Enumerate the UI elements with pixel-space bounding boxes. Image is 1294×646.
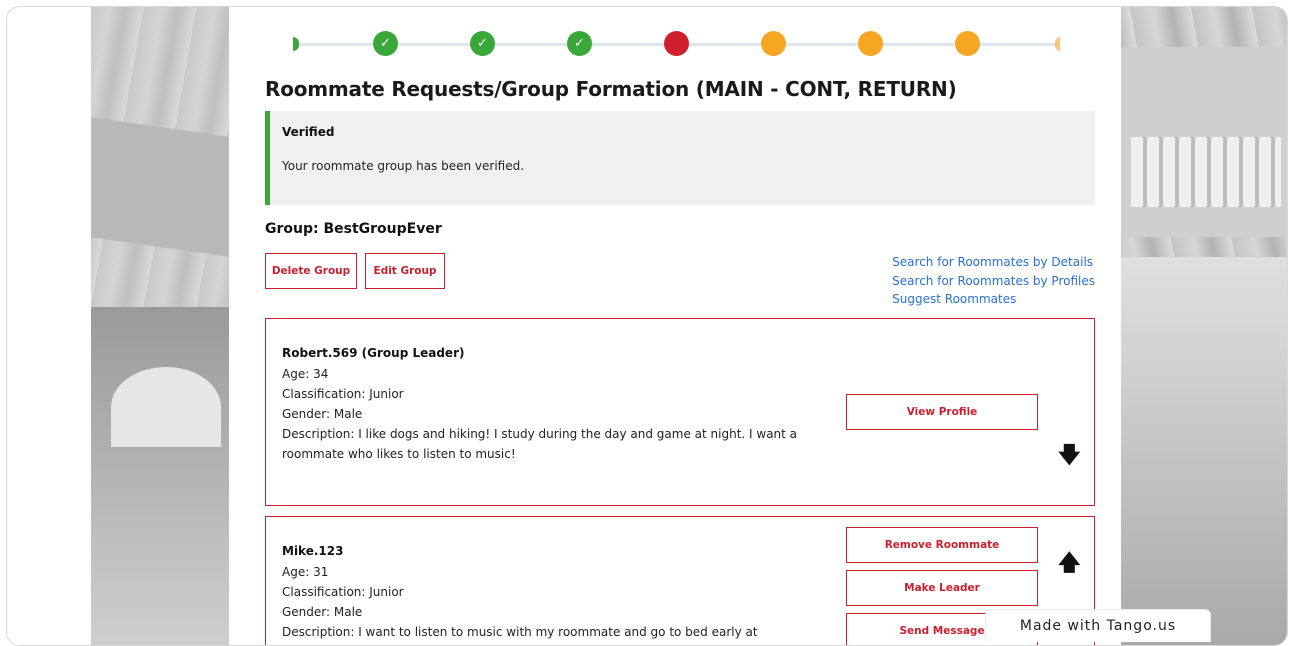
step-6[interactable] (858, 31, 883, 56)
step-3[interactable]: ✓ (567, 31, 592, 56)
check-icon: ✓ (380, 36, 391, 51)
arrow-down-icon[interactable]: 🡇 (1058, 445, 1081, 467)
member-classification: Classification: Junior (282, 585, 404, 599)
alert-message: Your roommate group has been verified. (282, 159, 525, 173)
browser-frame: ✓ ✓ ✓ Roommate Requests/Group Formation … (6, 6, 1288, 646)
member-description: Description: I like dogs and hiking! I s… (282, 427, 798, 461)
step-2[interactable]: ✓ (470, 31, 495, 56)
member-name: Robert.569 (Group Leader) (282, 346, 465, 360)
search-links: Search for Roommates by Details Search f… (892, 253, 1095, 309)
check-icon: ✓ (574, 36, 585, 51)
alert-title: Verified (282, 125, 335, 139)
campus-background-right (1121, 7, 1287, 645)
search-by-details-link[interactable]: Search for Roommates by Details (892, 253, 1095, 272)
verified-alert: Verified Your roommate group has been ve… (265, 111, 1095, 205)
member-description: Description: I want to listen to music w… (282, 625, 758, 639)
arrow-up-icon[interactable]: 🡅 (1058, 553, 1081, 575)
progress-stepper: ✓ ✓ ✓ (293, 31, 1060, 57)
make-leader-button[interactable]: Make Leader (846, 570, 1038, 606)
edit-group-button[interactable]: Edit Group (365, 253, 445, 289)
member-details: Age: 34 Classification: Junior Gender: M… (282, 364, 842, 464)
step-4[interactable] (664, 31, 689, 56)
member-classification: Classification: Junior (282, 387, 404, 401)
main-content: ✓ ✓ ✓ Roommate Requests/Group Formation … (229, 7, 1121, 645)
suggest-roommates-link[interactable]: Suggest Roommates (892, 290, 1095, 309)
member-age: Age: 34 (282, 367, 329, 381)
group-title: Group: BestGroupEver (265, 221, 442, 237)
step-7[interactable] (955, 31, 980, 56)
stepper-edge-right (1055, 37, 1060, 51)
check-icon: ✓ (477, 36, 488, 51)
member-details: Age: 31 Classification: Junior Gender: M… (282, 562, 842, 642)
page-title: Roommate Requests/Group Formation (MAIN … (265, 77, 957, 101)
search-by-profiles-link[interactable]: Search for Roommates by Profiles (892, 272, 1095, 291)
member-gender: Gender: Male (282, 407, 363, 421)
step-1[interactable]: ✓ (373, 31, 398, 56)
view-profile-button[interactable]: View Profile (846, 394, 1038, 430)
member-gender: Gender: Male (282, 605, 363, 619)
delete-group-button[interactable]: Delete Group (265, 253, 357, 289)
tango-watermark: Made with Tango.us (985, 609, 1211, 642)
step-5[interactable] (761, 31, 786, 56)
member-age: Age: 31 (282, 565, 329, 579)
campus-background-left (91, 7, 229, 645)
stepper-edge-left (293, 37, 299, 51)
member-name: Mike.123 (282, 544, 344, 558)
member-card: Mike.123 Age: 31 Classification: Junior … (265, 516, 1095, 645)
remove-roommate-button[interactable]: Remove Roommate (846, 527, 1038, 563)
member-card-leader: Robert.569 (Group Leader) Age: 34 Classi… (265, 318, 1095, 506)
